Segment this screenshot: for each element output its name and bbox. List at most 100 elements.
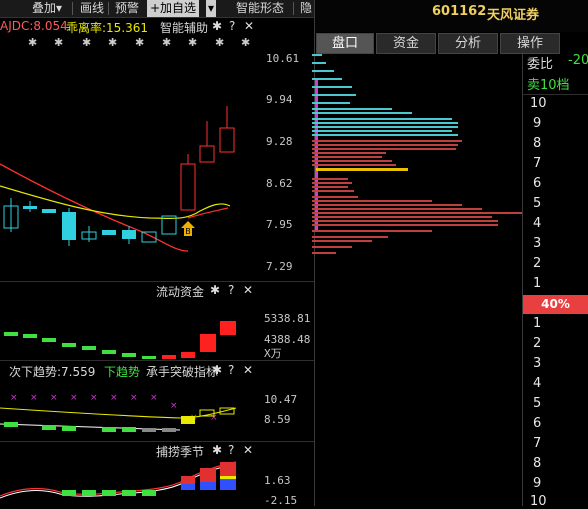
depth-bar (312, 62, 326, 64)
sell-level: 6 (533, 176, 542, 191)
sell-level: 4 (533, 216, 542, 231)
close-icon[interactable]: ✕ (243, 443, 253, 457)
depth-bar (312, 220, 498, 222)
help-icon[interactable]: ? (228, 283, 234, 297)
depth-bar (312, 112, 412, 114)
sell-10-label: 卖10档 (527, 78, 570, 93)
flow-bar (82, 346, 96, 350)
depth-bar (312, 236, 388, 238)
alert-button[interactable]: 预警 (115, 0, 139, 17)
buy-level: 2 (533, 336, 542, 351)
indicator-line: AJDC:8.054 乖离率:15.361 智能辅助 ✱ ? ✕ (0, 19, 314, 35)
smart-pattern-button[interactable]: 智能形态 (236, 0, 284, 17)
help-icon[interactable]: ? (229, 19, 235, 33)
depth-bar (312, 216, 492, 218)
smart-assist-label: 智能辅助 (160, 21, 209, 35)
depth-bar (312, 246, 352, 248)
buy-depth-bars (312, 140, 522, 254)
season-bar (200, 482, 216, 490)
star-markers: ✱ ✱ ✱ ✱ ✱ ✱ ✱ ✱ ✱ (0, 36, 270, 49)
buy-marker-letter: B (185, 227, 191, 236)
depth-bar (312, 196, 358, 198)
depth-bar (312, 152, 386, 154)
depth-bar (312, 190, 354, 192)
trend-bar (42, 425, 56, 430)
panel-divider (0, 281, 314, 282)
tab-order-book[interactable]: 盘口 (316, 33, 374, 54)
stock-code: 601162 (432, 4, 487, 19)
flow-axis-unit: X万 (264, 347, 282, 360)
candle (219, 127, 235, 153)
buy-level: 9 (533, 476, 542, 491)
flow-bar (42, 338, 56, 342)
buy-level: 1 (533, 316, 542, 331)
sell-level: 7 (533, 156, 542, 171)
bias-ratio-value: 乖离率:15.361 (66, 21, 149, 35)
trend-bar (4, 422, 18, 427)
add-favorite-button[interactable]: +加自选 (147, 0, 200, 17)
gear-icon[interactable]: ✱ (212, 443, 222, 457)
depth-bar (312, 212, 522, 214)
buy-level: 8 (533, 456, 542, 471)
depth-bar (312, 70, 334, 72)
depth-bar (312, 186, 348, 188)
gear-icon[interactable]: ✱ (212, 363, 222, 377)
depth-bar (312, 54, 322, 56)
depth-bar (312, 108, 392, 110)
season-bar (62, 490, 76, 496)
season-bar (82, 490, 96, 496)
season-bar (102, 490, 116, 496)
x-marker: × (50, 393, 58, 403)
buy-level: 5 (533, 396, 542, 411)
last-price-line (316, 168, 408, 171)
flow-bar (102, 350, 116, 354)
overlay-menu[interactable]: 叠加▾ (32, 0, 62, 17)
price-axis-label: 9.28 (266, 135, 293, 148)
depth-bar (312, 204, 462, 206)
sell-level: 5 (533, 196, 542, 211)
favorite-dropdown[interactable]: ▾ (206, 0, 217, 17)
season-axis-label: -2.15 (264, 494, 298, 507)
tab-analysis[interactable]: 分析 (438, 33, 498, 54)
price-axis-label: 10.61 (266, 52, 300, 65)
close-icon[interactable]: ✕ (243, 363, 253, 377)
depth-bar (312, 118, 452, 120)
season-bar (122, 490, 136, 496)
flow-bar (62, 343, 76, 347)
depth-bar (312, 230, 432, 232)
help-icon[interactable]: ? (228, 363, 234, 377)
hidden-button[interactable]: 隐 (300, 0, 312, 17)
tab-operation[interactable]: 操作 (500, 33, 560, 54)
season-bar (181, 484, 195, 490)
draw-line-button[interactable]: 画线 (80, 0, 104, 17)
panel-divider (0, 441, 314, 442)
trend-bar (62, 426, 76, 431)
flow-bar (220, 321, 236, 335)
buy-level: 4 (533, 376, 542, 391)
buy-level: 7 (533, 436, 542, 451)
panel-divider (0, 360, 314, 361)
depth-bar (312, 102, 350, 104)
ajdc-value: AJDC:8.054 (0, 19, 68, 33)
gear-icon[interactable]: ✱ (210, 283, 220, 297)
season-axis-label: 1.63 (264, 474, 291, 487)
candle (42, 209, 56, 213)
close-icon[interactable]: ✕ (244, 19, 254, 33)
gear-icon[interactable]: ✱ (212, 19, 222, 33)
depth-bar (312, 208, 482, 210)
x-marker: × (10, 393, 18, 403)
flow-chart (4, 321, 236, 359)
tab-capital[interactable]: 资金 (376, 33, 436, 54)
trend-value: 次下趋势:7.559 (9, 365, 96, 379)
close-icon[interactable]: ✕ (243, 283, 253, 297)
flow-bar (142, 356, 156, 359)
depth-bar (312, 182, 352, 184)
depth-bar (312, 252, 336, 254)
trend-axis-label: 10.47 (264, 393, 298, 406)
season-bar (220, 476, 236, 479)
toolbar: 叠加▾ 画线 预警 +加自选 ▾ 智能形态 隐 (0, 0, 314, 18)
sell-level: 3 (533, 236, 542, 251)
season-colored-bars (181, 462, 236, 490)
depth-bar (312, 134, 458, 136)
help-icon[interactable]: ? (228, 443, 234, 457)
